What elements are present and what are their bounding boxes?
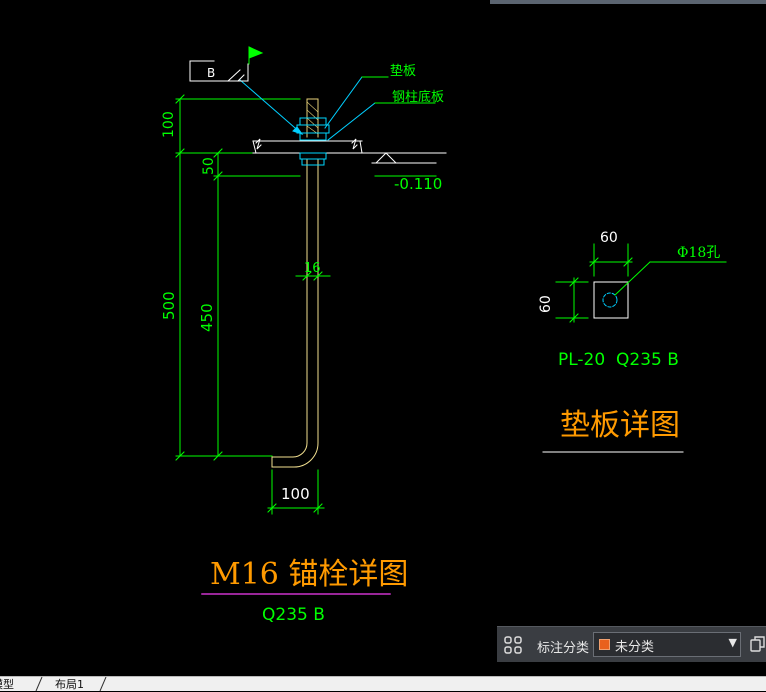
plate-width-dim: 60 [600, 230, 618, 246]
category-color-swatch [599, 639, 610, 650]
copy-icon[interactable] [750, 635, 766, 655]
dimension-lines-left [175, 94, 301, 461]
level-value: -0.110 [394, 175, 442, 193]
tab-layout1[interactable]: 布局1 [55, 678, 84, 692]
anchor-bolt [271, 98, 319, 468]
dim-total: 500 [160, 291, 178, 320]
dim-hook: 100 [281, 485, 310, 503]
dim-diameter: 16 [304, 261, 321, 276]
cad-drawing-canvas[interactable]: B 垫板 钢柱底板 -0.110 100 50 500 450 16 100 M… [0, 0, 766, 691]
grid-menu-icon[interactable] [503, 635, 523, 655]
annotation-category-bar: 标注分类 未分类 ▼ [497, 626, 766, 662]
level-symbol [371, 152, 437, 177]
tab-model[interactable]: 模型 [0, 678, 14, 692]
plate-spec: PL-20 Q235 B [558, 350, 679, 370]
annotation-category-select[interactable]: 未分类 ▼ [593, 632, 741, 657]
anchor-material: Q235 B [262, 605, 325, 625]
layout-tab-bar: 模型 布局1 [0, 676, 766, 692]
section-mark-label: B [207, 66, 215, 80]
leader-label-base-plate: 钢柱底板 [392, 89, 444, 105]
leader-lines [239, 76, 436, 141]
section-flag [189, 46, 264, 82]
dim-upper: 50 [201, 157, 217, 175]
hole-label: Φ18孔 [677, 245, 720, 261]
anchor-detail-title: M16 锚栓详图 [210, 557, 408, 592]
plate-detail-title: 垫板详图 [560, 408, 680, 443]
dim-embed: 450 [198, 303, 216, 332]
plate-height-dim: 60 [538, 295, 554, 313]
dim-top: 100 [161, 111, 177, 138]
annotation-category-label: 标注分类 [537, 641, 590, 656]
leader-label-pad: 垫板 [390, 63, 416, 79]
annotation-category-value: 未分类 [615, 640, 655, 655]
base-plate [252, 138, 363, 154]
chevron-down-icon[interactable]: ▼ [729, 636, 737, 649]
